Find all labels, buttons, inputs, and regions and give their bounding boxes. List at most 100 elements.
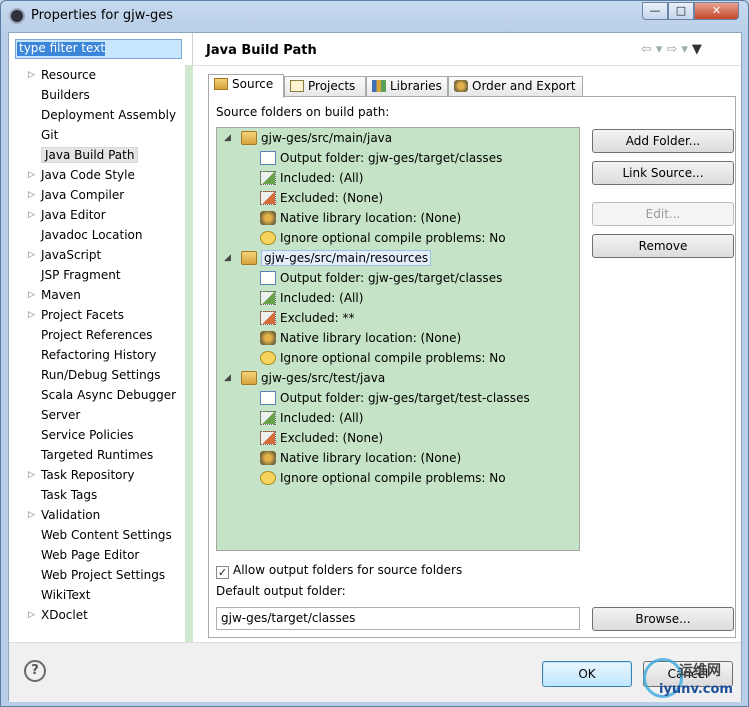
source-attribute-row[interactable]: Included: (All): [260, 288, 363, 308]
source-attribute-row[interactable]: Ignore optional compile problems: No: [260, 228, 506, 248]
source-attribute-text: Included: (All): [280, 411, 364, 425]
nav-item-label: Task Tags: [41, 488, 98, 502]
edit-button[interactable]: Edit...: [592, 202, 734, 226]
nav-item[interactable]: Project References: [9, 325, 185, 345]
nav-item-label: Scala Async Debugger: [41, 388, 177, 402]
source-attribute-text: Ignore optional compile problems: No: [280, 231, 506, 245]
nav-item[interactable]: Javadoc Location: [9, 225, 185, 245]
source-attribute-row[interactable]: Ignore optional compile problems: No: [260, 468, 506, 488]
nav-item[interactable]: Targeted Runtimes: [9, 445, 185, 465]
nav-item[interactable]: WikiText: [9, 585, 185, 605]
help-icon[interactable]: ?: [24, 660, 46, 682]
source-attribute-row[interactable]: Native library location: (None): [260, 448, 461, 468]
source-attribute-row[interactable]: Included: (All): [260, 168, 363, 188]
source-attribute-row[interactable]: Output folder: gjw-ges/target/classes: [260, 268, 502, 288]
link-source-button[interactable]: Link Source...: [592, 161, 734, 185]
nav-item-label: Service Policies: [41, 428, 134, 442]
nav-item[interactable]: Refactoring History: [9, 345, 185, 365]
allow-output-row[interactable]: ✓ Allow output folders for source folders: [216, 562, 462, 579]
filter-field[interactable]: type filter text: [15, 39, 182, 59]
nav-item[interactable]: ▷ Project Facets: [9, 305, 185, 325]
expand-arrow-icon[interactable]: ▷: [28, 245, 35, 265]
nav-item[interactable]: Deployment Assembly: [9, 105, 185, 125]
nav-item[interactable]: ▷ Maven: [9, 285, 185, 305]
tab-source[interactable]: Source: [208, 74, 284, 98]
nav-item[interactable]: Task Tags: [9, 485, 185, 505]
nav-item[interactable]: JSP Fragment: [9, 265, 185, 285]
source-attribute-row[interactable]: Output folder: gjw-ges/target/test-class…: [260, 388, 530, 408]
source-attribute-row[interactable]: Output folder: gjw-ges/target/classes: [260, 148, 502, 168]
tab-projects[interactable]: Projects: [284, 76, 366, 97]
source-attribute-text: Output folder: gjw-ges/target/classes: [280, 271, 503, 285]
nav-item[interactable]: ▷ JavaScript: [9, 245, 185, 265]
back-arrow-icon[interactable]: ⇦: [641, 42, 656, 57]
view-menu-icon[interactable]: ▼: [692, 42, 706, 57]
expand-arrow-icon[interactable]: ▷: [28, 165, 35, 185]
minimize-button[interactable]: —: [642, 2, 668, 20]
source-attribute-row[interactable]: Included: (All): [260, 408, 363, 428]
native-library-icon: [260, 211, 276, 225]
source-folder-path: gjw-ges/src/main/java: [261, 131, 393, 145]
nav-item[interactable]: ▷ Java Editor: [9, 205, 185, 225]
nav-item[interactable]: ▷ Resource: [9, 65, 185, 85]
nav-item-label: JavaScript: [41, 248, 102, 262]
expand-arrow-icon[interactable]: ▷: [28, 185, 35, 205]
forward-arrow-icon[interactable]: ⇨: [666, 42, 681, 57]
source-attribute-row[interactable]: Excluded: (None): [260, 428, 383, 448]
expand-arrow-icon[interactable]: ▷: [28, 605, 35, 625]
forward-menu-icon[interactable]: ▾: [681, 42, 692, 57]
nav-item[interactable]: ▷ Validation: [9, 505, 185, 525]
source-folders-tree[interactable]: ◢ gjw-ges/src/main/java Output folder: gjw…: [216, 127, 580, 551]
nav-item[interactable]: Run/Debug Settings: [9, 365, 185, 385]
nav-item[interactable]: ▷ Java Compiler: [9, 185, 185, 205]
allow-output-checkbox[interactable]: ✓: [216, 566, 229, 579]
included-icon: [260, 411, 276, 425]
source-attribute-row[interactable]: Native library location: (None): [260, 208, 461, 228]
expand-arrow-icon[interactable]: ▷: [28, 285, 35, 305]
page-nav-arrows[interactable]: ⇦▾⇨▾▼: [641, 42, 706, 57]
source-folder-row[interactable]: ◢ gjw-ges/src/main/resources: [224, 248, 432, 268]
nav-item[interactable]: Server: [9, 405, 185, 425]
default-output-field[interactable]: gjw-ges/target/classes: [216, 607, 580, 630]
nav-item[interactable]: ▷ Java Code Style: [9, 165, 185, 185]
add-folder-button[interactable]: Add Folder...: [592, 129, 734, 153]
output-folder-icon: [260, 391, 276, 405]
collapse-arrow-icon[interactable]: ◢: [224, 368, 231, 388]
tab-libraries[interactable]: Libraries: [366, 76, 448, 97]
nav-item[interactable]: Service Policies: [9, 425, 185, 445]
source-folder-row[interactable]: ◢ gjw-ges/src/test/java: [224, 368, 385, 388]
left-scrollbar[interactable]: [185, 65, 193, 642]
collapse-arrow-icon[interactable]: ◢: [224, 128, 231, 148]
nav-item[interactable]: Java Build Path: [9, 145, 185, 165]
expand-arrow-icon[interactable]: ▷: [28, 505, 35, 525]
source-attribute-row[interactable]: Excluded: **: [260, 308, 354, 328]
source-attribute-row[interactable]: Excluded: (None): [260, 188, 383, 208]
expand-arrow-icon[interactable]: ▷: [28, 305, 35, 325]
nav-item-label: Git: [41, 128, 59, 142]
nav-item[interactable]: ▷ Task Repository: [9, 465, 185, 485]
nav-item[interactable]: ▷ XDoclet: [9, 605, 185, 625]
nav-item-label: Web Page Editor: [41, 548, 140, 562]
source-attribute-row[interactable]: Ignore optional compile problems: No: [260, 348, 506, 368]
back-menu-icon[interactable]: ▾: [656, 42, 667, 57]
excluded-icon: [260, 191, 276, 205]
expand-arrow-icon[interactable]: ▷: [28, 205, 35, 225]
ok-button[interactable]: OK: [542, 661, 632, 687]
nav-item[interactable]: Scala Async Debugger: [9, 385, 185, 405]
remove-button[interactable]: Remove: [592, 234, 734, 258]
source-folder-row[interactable]: ◢ gjw-ges/src/main/java: [224, 128, 393, 148]
maximize-button[interactable]: □: [668, 2, 694, 20]
included-icon: [260, 171, 276, 185]
browse-button[interactable]: Browse...: [592, 607, 734, 631]
nav-item[interactable]: Git: [9, 125, 185, 145]
nav-item[interactable]: Web Content Settings: [9, 525, 185, 545]
tab-order-export[interactable]: Order and Export: [448, 76, 583, 97]
nav-item[interactable]: Builders: [9, 85, 185, 105]
nav-item[interactable]: Web Project Settings: [9, 565, 185, 585]
source-attribute-row[interactable]: Native library location: (None): [260, 328, 461, 348]
expand-arrow-icon[interactable]: ▷: [28, 465, 35, 485]
collapse-arrow-icon[interactable]: ◢: [224, 248, 231, 268]
expand-arrow-icon[interactable]: ▷: [28, 65, 35, 85]
nav-item[interactable]: Web Page Editor: [9, 545, 185, 565]
close-button[interactable]: ✕: [694, 2, 739, 20]
